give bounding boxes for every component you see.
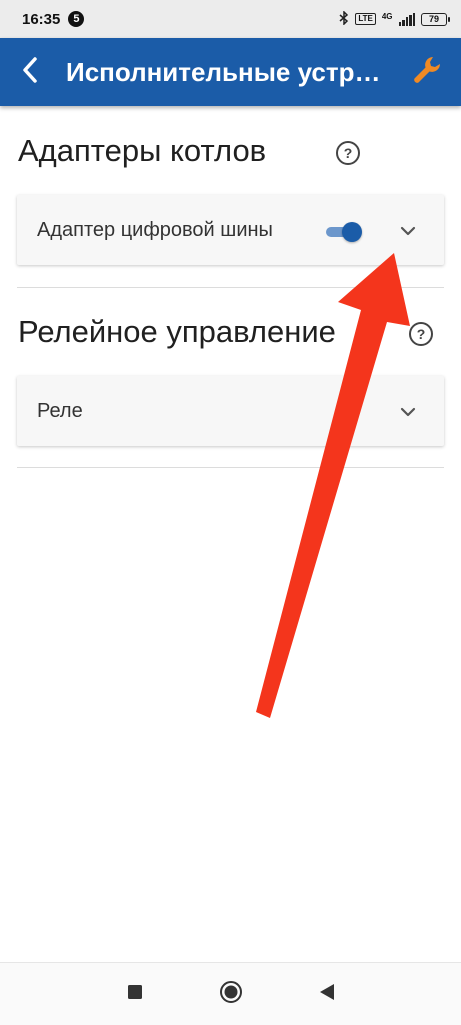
help-icon[interactable]: ? (336, 141, 360, 165)
chevron-left-icon (20, 56, 40, 89)
app-bar: Исполнительные устройства (0, 38, 461, 106)
network-type-label: 4G (381, 11, 393, 21)
page-title: Исполнительные устройства (66, 56, 386, 87)
section-title-boiler-adapters: Адаптеры котлов (18, 133, 267, 168)
bluetooth-icon (339, 9, 349, 28)
section-title-relay-control: Релейное управление (18, 314, 336, 349)
back-triangle-icon (319, 983, 335, 1006)
status-time: 16:35 (22, 10, 61, 28)
chevron-down-icon[interactable] (400, 405, 416, 423)
section-divider (17, 467, 444, 468)
notification-badge: 5 (68, 11, 85, 27)
home-button[interactable] (183, 963, 279, 1025)
list-item-relay[interactable]: Реле (17, 376, 444, 446)
list-item-label: Реле (37, 399, 83, 422)
back-button[interactable] (0, 38, 60, 106)
recents-button[interactable] (87, 963, 183, 1025)
settings-button[interactable] (409, 54, 445, 90)
battery-level: 79 (428, 14, 439, 24)
chevron-down-icon[interactable] (400, 224, 416, 242)
nav-back-button[interactable] (279, 963, 375, 1025)
system-nav-bar (0, 962, 461, 1025)
section-divider (17, 287, 444, 288)
signal-icon (398, 12, 415, 26)
list-item-label: Адаптер цифровой шины (37, 218, 273, 241)
wrench-icon (411, 54, 443, 91)
list-item-digital-bus-adapter[interactable]: Адаптер цифровой шины (17, 195, 444, 265)
recents-square-icon (127, 984, 143, 1005)
toggle-knob (342, 222, 362, 242)
adapter-toggle[interactable] (324, 221, 362, 243)
status-bar: 16:35 5 LTE 4G 79 (0, 0, 461, 38)
volte-icon: LTE (355, 13, 376, 25)
help-icon[interactable]: ? (409, 322, 433, 346)
home-circle-icon (219, 980, 243, 1009)
battery-icon: 79 (421, 12, 450, 26)
status-icons: LTE 4G 79 (339, 9, 450, 28)
